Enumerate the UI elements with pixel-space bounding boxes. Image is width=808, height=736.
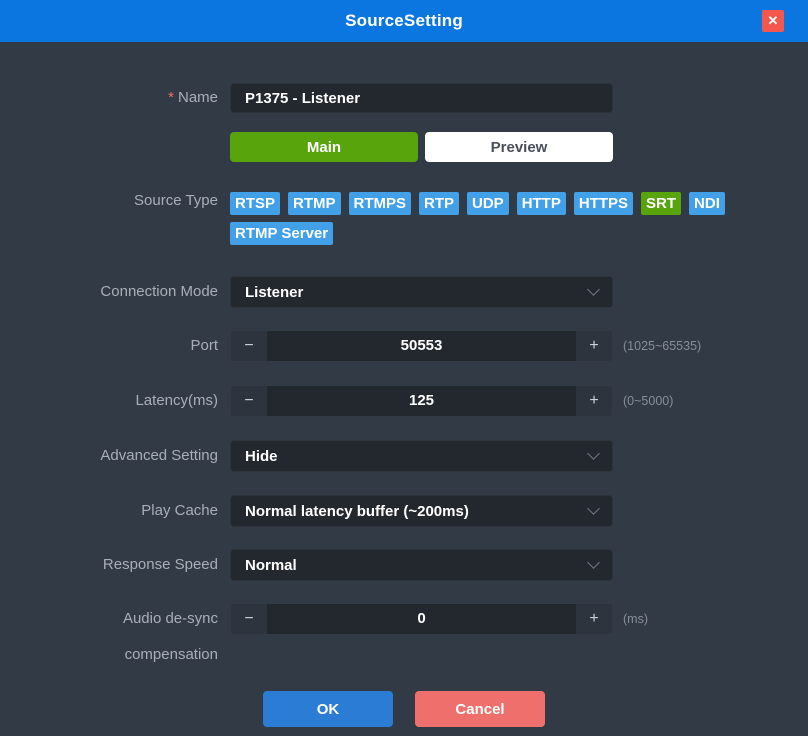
connection-mode-value: Listener xyxy=(245,284,303,301)
advanced-setting-select[interactable]: Hide xyxy=(230,440,613,472)
play-cache-row: Play Cache Normal latency buffer (~200ms… xyxy=(0,495,808,527)
connection-mode-label: Connection Mode xyxy=(0,276,230,308)
dialog-header: SourceSetting ✕ xyxy=(0,0,808,42)
advanced-setting-value: Hide xyxy=(245,448,278,465)
response-speed-label: Response Speed xyxy=(0,549,230,581)
name-label: *Name xyxy=(0,82,230,114)
source-type-tag-rtp[interactable]: RTP xyxy=(419,192,459,215)
advanced-setting-row: Advanced Setting Hide xyxy=(0,440,808,472)
response-speed-row: Response Speed Normal xyxy=(0,549,808,581)
play-cache-select[interactable]: Normal latency buffer (~200ms) xyxy=(230,495,613,527)
audio-desync-label-line1: Audio de-sync xyxy=(0,603,218,635)
source-type-row: Source Type RTSP RTMP RTMPS RTP UDP HTTP HTTPS… xyxy=(0,187,808,245)
source-type-tag-rtsp[interactable]: RTSP xyxy=(230,192,280,215)
source-type-tag-rtmps[interactable]: RTMPS xyxy=(349,192,412,215)
play-cache-label: Play Cache xyxy=(0,495,230,527)
source-type-tag-http[interactable]: HTTP xyxy=(517,192,566,215)
source-type-tag-rtmp-server[interactable]: RTMP Server xyxy=(230,222,333,245)
audio-desync-control: − 0 + (ms) xyxy=(230,603,648,635)
audio-desync-stepper: − 0 + xyxy=(230,603,613,635)
port-label: Port xyxy=(0,330,230,362)
latency-stepper: − 125 + xyxy=(230,385,613,417)
cancel-button[interactable]: Cancel xyxy=(415,691,545,727)
audio-desync-label-line2: compensation xyxy=(0,645,218,665)
channel-row: Main Preview xyxy=(0,132,808,162)
name-label-text: Name xyxy=(178,89,218,106)
latency-range-hint: (0~5000) xyxy=(623,394,673,408)
name-row: *Name xyxy=(0,82,808,114)
connection-mode-row: Connection Mode Listener xyxy=(0,276,808,308)
port-control: − 50553 + (1025~65535) xyxy=(230,330,701,362)
port-range-hint: (1025~65535) xyxy=(623,339,701,353)
main-button[interactable]: Main xyxy=(230,132,418,162)
chevron-down-icon xyxy=(587,556,600,569)
preview-button[interactable]: Preview xyxy=(425,132,613,162)
port-decrease-button[interactable]: − xyxy=(231,331,267,361)
source-type-label: Source Type xyxy=(0,187,230,214)
source-setting-dialog: SourceSetting ✕ *Name Main Preview Sourc… xyxy=(0,0,808,736)
port-stepper: − 50553 + xyxy=(230,330,613,362)
chevron-down-icon xyxy=(587,502,600,515)
channel-toggle: Main Preview xyxy=(230,132,613,162)
close-icon: ✕ xyxy=(768,10,779,32)
dialog-footer: OK Cancel xyxy=(0,691,808,727)
required-asterisk: * xyxy=(168,89,174,106)
source-type-tag-rtmp[interactable]: RTMP xyxy=(288,192,341,215)
connection-mode-select[interactable]: Listener xyxy=(230,276,613,308)
source-type-tag-https[interactable]: HTTPS xyxy=(574,192,633,215)
port-row: Port − 50553 + (1025~65535) xyxy=(0,330,808,362)
latency-control: − 125 + (0~5000) xyxy=(230,385,673,417)
audio-desync-label: Audio de-sync compensation xyxy=(0,603,230,665)
chevron-down-icon xyxy=(587,283,600,296)
latency-row: Latency(ms) − 125 + (0~5000) xyxy=(0,385,808,417)
source-type-tag-udp[interactable]: UDP xyxy=(467,192,509,215)
response-speed-select[interactable]: Normal xyxy=(230,549,613,581)
ok-button[interactable]: OK xyxy=(263,691,393,727)
source-type-tags: RTSP RTMP RTMPS RTP UDP HTTP HTTPS SRT NDI RTMP S… xyxy=(230,187,770,245)
close-button[interactable]: ✕ xyxy=(762,10,784,32)
dialog-body: *Name Main Preview Source Type RTSPRTMPR… xyxy=(0,42,808,736)
latency-label: Latency(ms) xyxy=(0,385,230,417)
latency-decrease-button[interactable]: − xyxy=(231,386,267,416)
dialog-title: SourceSetting xyxy=(345,11,463,31)
port-value[interactable]: 50553 xyxy=(267,331,576,361)
audio-desync-increase-button[interactable]: + xyxy=(576,604,612,634)
chevron-down-icon xyxy=(587,447,600,460)
advanced-setting-label: Advanced Setting xyxy=(0,440,230,472)
audio-desync-row: Audio de-sync compensation − 0 + (ms) xyxy=(0,603,808,665)
source-type-tag-ndi[interactable]: NDI xyxy=(689,192,725,215)
play-cache-value: Normal latency buffer (~200ms) xyxy=(245,503,469,520)
latency-increase-button[interactable]: + xyxy=(576,386,612,416)
audio-desync-unit-hint: (ms) xyxy=(623,612,648,626)
response-speed-value: Normal xyxy=(245,557,297,574)
source-type-tag-srt[interactable]: SRT xyxy=(641,192,681,215)
name-input[interactable] xyxy=(230,83,613,113)
audio-desync-decrease-button[interactable]: − xyxy=(231,604,267,634)
port-increase-button[interactable]: + xyxy=(576,331,612,361)
audio-desync-value[interactable]: 0 xyxy=(267,604,576,634)
latency-value[interactable]: 125 xyxy=(267,386,576,416)
